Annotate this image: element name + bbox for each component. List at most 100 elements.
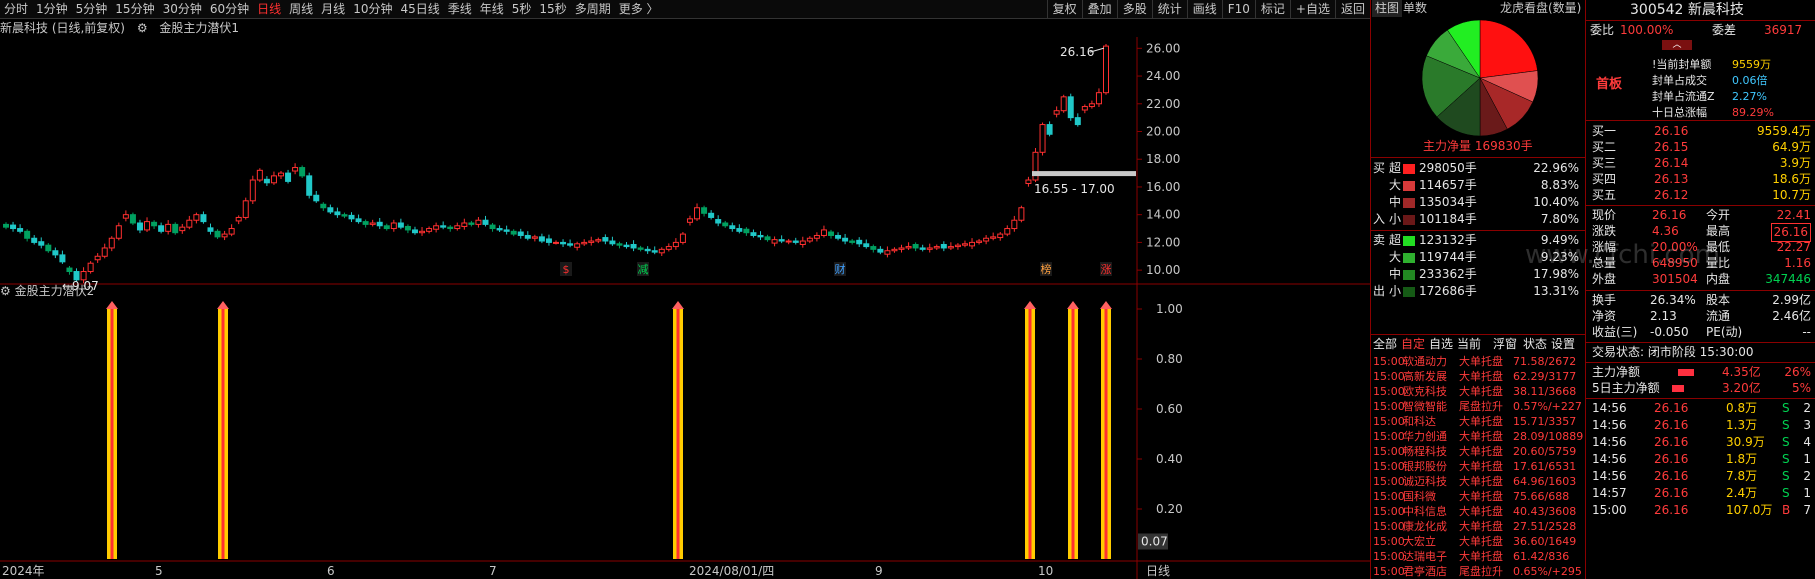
alert-row[interactable]: 15:00 畅程科技 大单托盘 20.60/5759 (1371, 444, 1585, 459)
period-tab[interactable]: 年线 (476, 0, 508, 18)
alert-row[interactable]: 15:00 中科信息 大单托盘 40.43/3608 (1371, 504, 1585, 519)
period-tab[interactable]: 1分钟 (32, 0, 72, 18)
event-marker[interactable]: 减 (638, 263, 649, 276)
tab-order-count[interactable]: 单数 (1400, 0, 1430, 17)
mid-tabs: 柱图 单数 龙虎看盘(数量) (1372, 0, 1584, 18)
candlestick-chart[interactable]: 26.00 24.00 22.00 20.00 18.00 16.00 14.00 12.00… (0, 37, 1370, 579)
candle (440, 221, 447, 230)
list-tab[interactable]: 全部 (1373, 336, 1397, 353)
candle (701, 205, 708, 217)
period-tab[interactable]: 45日线 (396, 0, 443, 18)
stat-label: 最高 (1706, 224, 1731, 238)
bid-price[interactable]: 26.16 (1654, 123, 1688, 140)
candle (870, 244, 877, 253)
alert-stock: 达瑞电子 (1403, 550, 1447, 563)
list-tab[interactable]: 状态 (1523, 336, 1547, 353)
period-tab[interactable]: 5分钟 (72, 0, 112, 18)
volume-value: 101184手 (1419, 212, 1477, 226)
tab-bar-chart[interactable]: 柱图 (1372, 0, 1403, 17)
list-tab[interactable]: 当前 (1457, 336, 1481, 353)
candle (658, 247, 665, 256)
candle (609, 236, 616, 246)
candle (242, 197, 249, 220)
alert-row[interactable]: 15:00 达瑞电子 大单托盘 61.42/836 (1371, 549, 1585, 564)
fund-label: PE(动) (1706, 325, 1743, 339)
volume-pct: 22.96% (1533, 161, 1579, 175)
toolbar-button[interactable]: 叠加 (1081, 0, 1117, 18)
list-tab[interactable]: 设置 (1551, 336, 1575, 353)
y-tick: 10.00 (1146, 263, 1180, 277)
toolbar-button[interactable]: 返回 (1334, 0, 1370, 18)
size-label: 超 (1389, 161, 1402, 175)
sub-y-tick: 0.20 (1156, 502, 1183, 516)
alert-row[interactable]: 15:00 君亭酒店 尾盘拉升 0.65%/+295 (1371, 564, 1585, 579)
period-tab[interactable]: 15秒 (535, 0, 570, 18)
toolbar-button[interactable]: 标记 (1254, 0, 1290, 18)
alert-row[interactable]: 15:00 华力创通 大单托盘 28.09/10889 (1371, 429, 1585, 444)
tick-volume: 1.3万 (1726, 418, 1758, 432)
alert-stock: 华力创通 (1403, 430, 1447, 443)
period-tab[interactable]: 10分钟 (349, 0, 396, 18)
toolbar-button[interactable]: 统计 (1151, 0, 1187, 18)
candle (369, 219, 376, 227)
event-marker[interactable]: 财 (835, 262, 846, 276)
alert-row[interactable]: 15:00 软通动力 大单托盘 71.58/2672 (1371, 354, 1585, 369)
bid-price[interactable]: 26.12 (1654, 187, 1688, 204)
alert-row[interactable]: 15:00 国科微 大单托盘 75.66/688 (1371, 489, 1585, 504)
indicator-gear-icon[interactable]: ⚙ (137, 21, 148, 35)
list-tab[interactable]: 自定 (1401, 336, 1425, 353)
period-tab[interactable]: 30分钟 (159, 0, 206, 18)
toolbar-button[interactable]: +自选 (1289, 0, 1335, 18)
alert-row[interactable]: 15:00 大宏立 大单托盘 36.60/1649 (1371, 534, 1585, 549)
subchart-title: 金股主力潜伏2 (14, 284, 95, 298)
candle (10, 221, 17, 232)
candle (849, 238, 856, 245)
alert-row[interactable]: 15:00 银邦股份 大单托盘 17.61/6531 (1371, 459, 1585, 474)
toolbar-button[interactable]: 复权 (1046, 0, 1082, 18)
toolbar-button[interactable]: F10 (1221, 0, 1255, 18)
collapse-icon[interactable]: ︿ (1662, 40, 1692, 50)
tick-side: S (1782, 469, 1790, 483)
bid-price[interactable]: 26.13 (1654, 171, 1688, 188)
alert-row[interactable]: 15:00 康龙化成 大单托盘 27.51/2528 (1371, 519, 1585, 534)
period-tab[interactable]: 更多 〉 (615, 0, 663, 18)
alert-row[interactable]: 15:00 智微智能 尾盘拉升 0.57%/+227 (1371, 399, 1585, 414)
side-label: 买 (1373, 161, 1386, 175)
alert-row[interactable]: 15:00 和科达 大单托盘 15.71/3357 (1371, 414, 1585, 429)
candle (933, 244, 940, 251)
period-tab[interactable]: 15分钟 (111, 0, 158, 18)
alert-time: 15:00 (1373, 400, 1405, 413)
event-marker[interactable]: $ (563, 263, 570, 276)
alert-stock: 大宏立 (1403, 535, 1436, 548)
seal-value: 9559万 (1732, 58, 1771, 71)
subchart-gear-icon[interactable]: ⚙ (0, 284, 11, 298)
list-tab[interactable]: 浮窗 (1493, 336, 1517, 353)
toolbar-button[interactable]: 画线 (1186, 0, 1222, 18)
bid-price[interactable]: 26.14 (1654, 155, 1688, 172)
alert-stock: 中科信息 (1403, 505, 1447, 518)
candle (729, 222, 736, 232)
candle (736, 224, 743, 234)
list-tab[interactable]: 自选 (1429, 336, 1453, 353)
period-tab[interactable]: 多周期 (571, 0, 615, 18)
period-tab[interactable]: 日线 (253, 0, 285, 18)
candle (637, 245, 644, 252)
period-tab[interactable]: 季线 (444, 0, 476, 18)
tick-price: 26.16 (1654, 435, 1689, 449)
alert-row[interactable]: 15:00 高新发展 大单托盘 62.29/3177 (1371, 369, 1585, 384)
candle (17, 224, 24, 234)
event-marker[interactable]: 涨 (1101, 263, 1112, 276)
period-tab[interactable]: 60分钟 (206, 0, 253, 18)
period-tab[interactable]: 分时 (0, 0, 32, 18)
period-tab[interactable]: 周线 (285, 0, 317, 18)
alert-row[interactable]: 15:00 诚迈科技 大单托盘 64.96/1603 (1371, 474, 1585, 489)
toolbar-button[interactable]: 多股 (1116, 0, 1152, 18)
period-tab[interactable]: 月线 (317, 0, 349, 18)
period-tab[interactable]: 5秒 (508, 0, 536, 18)
bid-price[interactable]: 26.15 (1654, 139, 1688, 156)
alert-row[interactable]: 15:00 欧克科技 大单托盘 38.11/3668 (1371, 384, 1585, 399)
y-tick: 14.00 (1146, 208, 1180, 222)
event-marker[interactable]: 榜 (1041, 262, 1052, 276)
candle (828, 229, 834, 239)
color-swatch (1403, 198, 1415, 208)
